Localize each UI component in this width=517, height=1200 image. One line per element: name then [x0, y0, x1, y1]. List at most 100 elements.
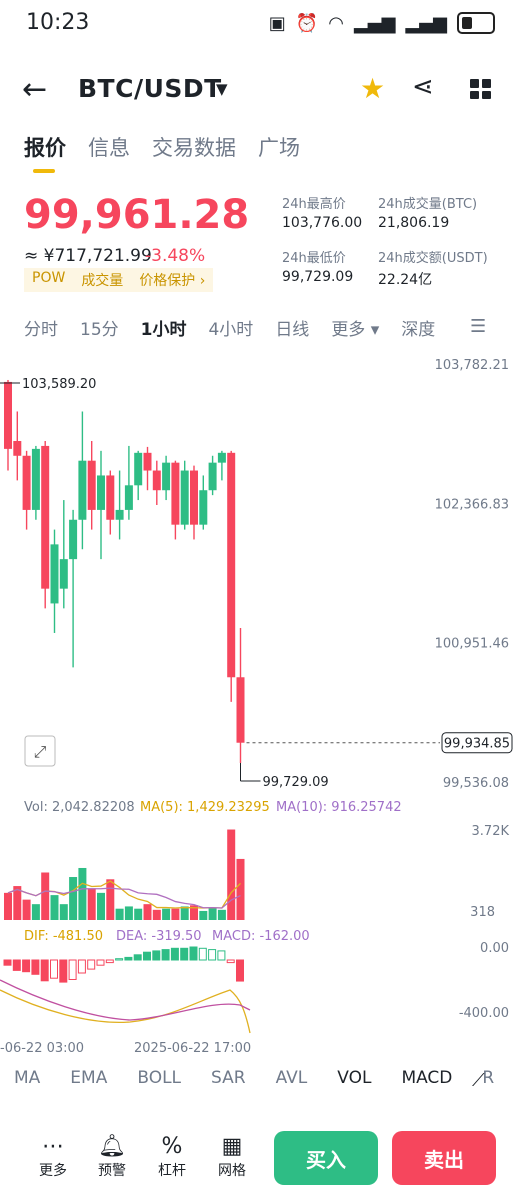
volume-bar [217, 909, 226, 920]
macd-bar [180, 947, 189, 961]
macd-bar [152, 950, 161, 961]
period-15m[interactable]: 15分 [80, 315, 119, 340]
candle-body [41, 445, 50, 589]
favorite-star-icon[interactable]: ★ [360, 72, 385, 105]
apps-grid-icon[interactable] [470, 79, 491, 99]
period-1d[interactable]: 日线 [275, 315, 309, 340]
chart-settings-icon[interactable]: ☰ [470, 316, 486, 337]
macd-bar [77, 959, 86, 974]
high-label: 24h最高价 [282, 197, 346, 212]
macd-axis-bottom: -400.00 [459, 1006, 509, 1021]
volume-bar [22, 899, 31, 920]
macd-bar [143, 951, 151, 961]
leverage-button[interactable]: % 杠杆 [152, 1134, 192, 1180]
signal-icon-2: ▂▄▆ [405, 12, 447, 34]
alert-label: 预警 [98, 1163, 126, 1179]
macd-dif: DIF: -481.50 [24, 929, 103, 944]
ind-ema[interactable]: EMA [70, 1068, 107, 1088]
ind-macd[interactable]: MACD [401, 1068, 452, 1088]
candle-body [50, 544, 59, 604]
battery-icon [457, 12, 495, 34]
volume-bar [4, 892, 12, 920]
macd-bar [59, 959, 68, 983]
time-label-right: 2025-06-22 17:00 [134, 1041, 251, 1056]
macd-axis-top: 0.00 [480, 941, 509, 956]
period-depth[interactable]: 深度 [401, 315, 435, 340]
ind-avl[interactable]: AVL [276, 1068, 308, 1088]
candle-body [106, 475, 115, 520]
period-timeshare[interactable]: 分时 [24, 315, 58, 340]
candle-body [236, 677, 245, 743]
ind-vol[interactable]: VOL [337, 1068, 371, 1088]
volume-bar [69, 877, 78, 920]
volume-bar [208, 907, 217, 920]
high-marker-label: 103,589.20 [22, 377, 96, 392]
vol-usdt-label: 24h成交额(USDT) [378, 251, 488, 266]
tab-info[interactable]: 信息 [88, 132, 130, 162]
candle-body [124, 485, 133, 510]
period-1h[interactable]: 1小时 [141, 315, 187, 340]
tag-pow[interactable]: POW [24, 268, 74, 292]
volume-bar [97, 892, 105, 920]
buy-button[interactable]: 买入 [274, 1131, 378, 1185]
ind-boll[interactable]: BOLL [137, 1068, 181, 1088]
time-label-left: -06-22 03:00 [0, 1041, 84, 1056]
low-label: 24h最低价 [282, 251, 346, 266]
period-4h[interactable]: 4小时 [208, 315, 253, 340]
pair-dropdown-icon[interactable]: ▼ [216, 80, 228, 98]
volume-bar [31, 904, 40, 920]
more-button[interactable]: ⋯ 更多 [33, 1134, 73, 1180]
volume-bar [50, 895, 59, 920]
more-dots-icon: ⋯ [42, 1134, 64, 1159]
grid-bot-icon: ▦ [221, 1134, 243, 1159]
volume-bar [106, 879, 115, 920]
volume-bar [124, 906, 133, 920]
volume-ma5: MA(5): 1,429.23295 [140, 800, 270, 815]
grid-button[interactable]: ▦ 网格 [212, 1134, 252, 1180]
volume-label: Vol: 2,042.82208 [24, 800, 135, 815]
sell-button[interactable]: 卖出 [392, 1131, 496, 1185]
back-arrow-icon[interactable]: ← [22, 72, 47, 107]
status-icons: ▣ ⏰ ◠ ▂▄▆ ▂▄▆ [269, 12, 495, 34]
macd-value: MACD: -162.00 [212, 929, 310, 944]
macd-bar [133, 954, 142, 961]
volume-bar [152, 909, 161, 920]
volume-bar [180, 906, 189, 920]
tab-square[interactable]: 广场 [258, 132, 300, 162]
candle-body [199, 490, 208, 525]
period-more[interactable]: 更多 ▾ [331, 315, 379, 340]
candle-body [87, 460, 96, 510]
volume-bar [236, 858, 245, 920]
tag-price-protect[interactable]: 价格保护 › [131, 268, 214, 292]
macd-bar [217, 950, 226, 961]
tab-quote[interactable]: 报价 [24, 132, 66, 162]
candle-body [97, 475, 105, 510]
price-axis-label: 99,536.08 [443, 776, 509, 791]
grid-label: 网格 [218, 1163, 246, 1179]
bell-icon: 🔔︎ [98, 1134, 126, 1159]
candle-body [31, 448, 40, 510]
volume-bar [87, 888, 96, 920]
ind-sar[interactable]: SAR [211, 1068, 246, 1088]
change-percent: -3.48% [145, 246, 206, 266]
ind-ma[interactable]: MA [14, 1068, 40, 1088]
macd-bar [96, 959, 105, 966]
volume-bar [115, 908, 124, 920]
indicator-settings-icon[interactable]: ⟋ [472, 1070, 485, 1091]
price-axis-label: 102,366.83 [435, 497, 509, 512]
macd-bar [226, 959, 235, 964]
share-icon[interactable]: ⋖ [412, 72, 434, 102]
volume-bar [171, 908, 180, 920]
vol-usdt-value: 22.24亿 [378, 272, 433, 288]
kline-chart[interactable]: 103,782.21 102,366.83 100,951.46 99,536.08 1… [0, 350, 517, 1060]
tab-trading-data[interactable]: 交易数据 [152, 132, 236, 162]
macd-bar [87, 959, 96, 970]
macd-dea: DEA: -319.50 [116, 929, 202, 944]
tag-volume[interactable]: 成交量 [73, 268, 132, 292]
vol-btc-label: 24h成交量(BTC) [378, 197, 478, 212]
macd-bar [31, 959, 40, 975]
pair-title[interactable]: BTC/USDT [78, 74, 222, 103]
alert-button[interactable]: 🔔︎ 预警 [92, 1134, 132, 1180]
volume-bar [41, 872, 50, 920]
volume-bar [162, 908, 171, 920]
